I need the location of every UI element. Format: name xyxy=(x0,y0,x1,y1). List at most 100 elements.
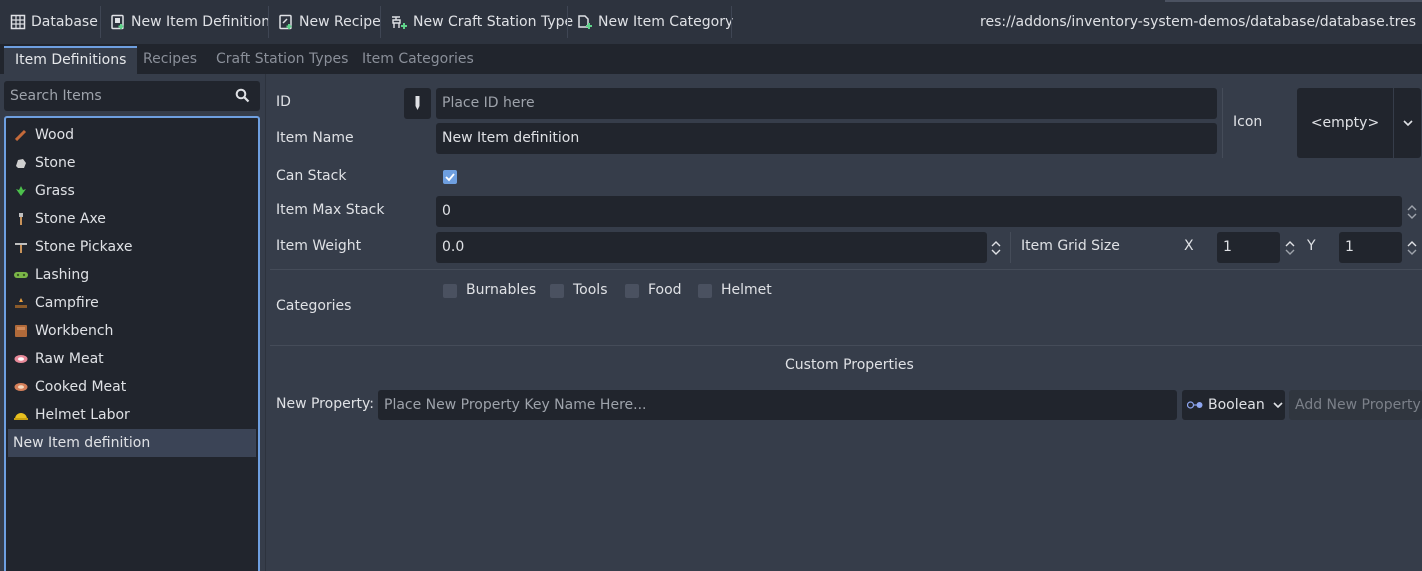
category-burnables-label[interactable]: Burnables xyxy=(466,282,536,298)
search-icon[interactable] xyxy=(235,88,250,103)
edit-id-button[interactable] xyxy=(404,88,431,119)
section-divider xyxy=(270,345,1422,346)
grid-y-field[interactable]: 1 xyxy=(1339,232,1402,263)
chevron-up-icon xyxy=(1285,241,1295,247)
grass-icon xyxy=(14,184,28,198)
tab-craft-station-types[interactable]: Craft Station Types xyxy=(205,46,359,74)
list-item-workbench[interactable]: Workbench xyxy=(8,317,256,345)
grid-x-spinner[interactable] xyxy=(1282,232,1298,264)
list-item-label: Grass xyxy=(35,183,75,199)
tab-bar: Item Definitions Recipes Craft Station T… xyxy=(0,44,1422,74)
category-helmet-checkbox[interactable] xyxy=(698,284,712,298)
can-stack-checkbox[interactable] xyxy=(443,170,457,184)
item-list: Wood Stone Grass Stone Axe Stone Pickaxe… xyxy=(4,116,260,571)
chevron-up-icon xyxy=(991,241,1001,247)
id-field[interactable]: Place ID here xyxy=(436,88,1217,119)
category-tools-checkbox[interactable] xyxy=(550,284,564,298)
new-property-key-input[interactable]: Place New Property Key Name Here... xyxy=(378,390,1177,420)
boolean-type-icon xyxy=(1187,401,1203,409)
campfire-icon xyxy=(14,296,28,310)
can-stack-label: Can Stack xyxy=(276,168,347,184)
database-button[interactable]: Database xyxy=(0,6,98,38)
new-recipe-button[interactable]: New Recipe xyxy=(268,6,381,38)
property-type-value: Boolean xyxy=(1208,397,1265,413)
category-helmet-label[interactable]: Helmet xyxy=(721,282,772,298)
list-item-wood[interactable]: Wood xyxy=(8,121,256,149)
stone-pickaxe-icon xyxy=(14,240,28,254)
grid-y-label: Y xyxy=(1307,238,1316,254)
property-type-select[interactable]: Boolean xyxy=(1182,390,1285,420)
chevron-down-icon xyxy=(1407,249,1417,255)
list-item-cooked-meat[interactable]: Cooked Meat xyxy=(8,373,256,401)
chevron-down-icon xyxy=(1273,401,1283,408)
list-item-stone-pickaxe[interactable]: Stone Pickaxe xyxy=(8,233,256,261)
list-item-label: Wood xyxy=(35,127,75,143)
grid-x-field[interactable]: 1 xyxy=(1217,232,1280,263)
list-item-stone-axe[interactable]: Stone Axe xyxy=(8,205,256,233)
chevron-down-icon xyxy=(991,249,1001,255)
list-item-label: Stone Pickaxe xyxy=(35,239,133,255)
list-item-label: Cooked Meat xyxy=(35,379,127,395)
edit-pencil-icon xyxy=(415,96,420,110)
workbench-icon xyxy=(14,324,28,338)
tab-recipes[interactable]: Recipes xyxy=(132,46,208,74)
lashing-icon xyxy=(14,268,28,282)
chevron-down-icon xyxy=(1402,119,1413,126)
list-item-lashing[interactable]: Lashing xyxy=(8,261,256,289)
database-label: Database xyxy=(31,14,98,30)
max-stack-field[interactable]: 0 xyxy=(436,196,1402,227)
new-recipe-label: New Recipe xyxy=(299,14,381,30)
database-path: res://addons/inventory-system-demos/data… xyxy=(980,14,1416,30)
list-item-helmet-labor[interactable]: Helmet Labor xyxy=(8,401,256,429)
panel-divider xyxy=(265,74,266,571)
list-item-new-item-definition[interactable]: New Item definition xyxy=(8,429,256,457)
grid-y-spinner[interactable] xyxy=(1404,232,1420,264)
new-craft-station-type-button[interactable]: New Craft Station Type xyxy=(380,6,573,38)
search-input[interactable] xyxy=(4,81,230,111)
category-burnables-checkbox[interactable] xyxy=(443,284,457,298)
add-new-property-button[interactable]: Add New Property xyxy=(1289,390,1422,420)
tab-item-categories[interactable]: Item Categories xyxy=(351,46,485,74)
list-item-campfire[interactable]: Campfire xyxy=(8,289,256,317)
list-item-label: Stone Axe xyxy=(35,211,106,227)
category-tools-label[interactable]: Tools xyxy=(573,282,608,298)
item-weight-spinner[interactable] xyxy=(988,232,1004,264)
grid-size-label: Item Grid Size xyxy=(1021,238,1120,254)
chevron-up-icon xyxy=(1407,205,1417,211)
list-item-label: Helmet Labor xyxy=(35,407,130,423)
item-weight-label: Item Weight xyxy=(276,238,362,254)
stone-icon xyxy=(14,156,28,170)
new-item-category-button[interactable]: New Item Category xyxy=(567,6,733,38)
tab-item-definitions[interactable]: Item Definitions xyxy=(4,46,138,74)
item-weight-field[interactable]: 0.0 xyxy=(436,232,987,263)
grid-size-separator xyxy=(1010,232,1011,263)
icon-dropdown-button[interactable] xyxy=(1394,88,1421,158)
cooked-meat-icon xyxy=(14,380,28,394)
list-item-label: Stone xyxy=(35,155,76,171)
grid-x-label: X xyxy=(1184,238,1194,254)
category-food-checkbox[interactable] xyxy=(625,284,639,298)
new-property-label: New Property: xyxy=(276,396,374,412)
list-item-label: Raw Meat xyxy=(35,351,104,367)
icon-label: Icon xyxy=(1233,114,1263,130)
categories-label: Categories xyxy=(276,298,352,314)
new-item-definition-label: New Item Definition xyxy=(131,14,271,30)
new-item-category-label: New Item Category xyxy=(598,14,734,30)
list-item-grass[interactable]: Grass xyxy=(8,177,256,205)
list-item-raw-meat[interactable]: Raw Meat xyxy=(8,345,256,373)
category-food-label[interactable]: Food xyxy=(648,282,682,298)
new-item-icon xyxy=(111,14,124,30)
item-name-field[interactable]: New Item definition xyxy=(436,123,1217,154)
toolbar: Database New Item Definition New Recipe … xyxy=(0,0,1422,44)
craft-station-icon xyxy=(392,16,407,29)
list-item-stone[interactable]: Stone xyxy=(8,149,256,177)
database-icon xyxy=(10,14,26,30)
id-label: ID xyxy=(276,94,291,110)
new-craft-station-type-label: New Craft Station Type xyxy=(413,14,574,30)
chevron-down-icon xyxy=(1407,213,1417,219)
icon-separator xyxy=(1222,88,1223,158)
new-item-definition-button[interactable]: New Item Definition xyxy=(100,6,270,38)
max-stack-spinner[interactable] xyxy=(1404,196,1420,228)
item-name-label: Item Name xyxy=(276,130,354,146)
icon-picker[interactable]: <empty> xyxy=(1297,88,1393,158)
